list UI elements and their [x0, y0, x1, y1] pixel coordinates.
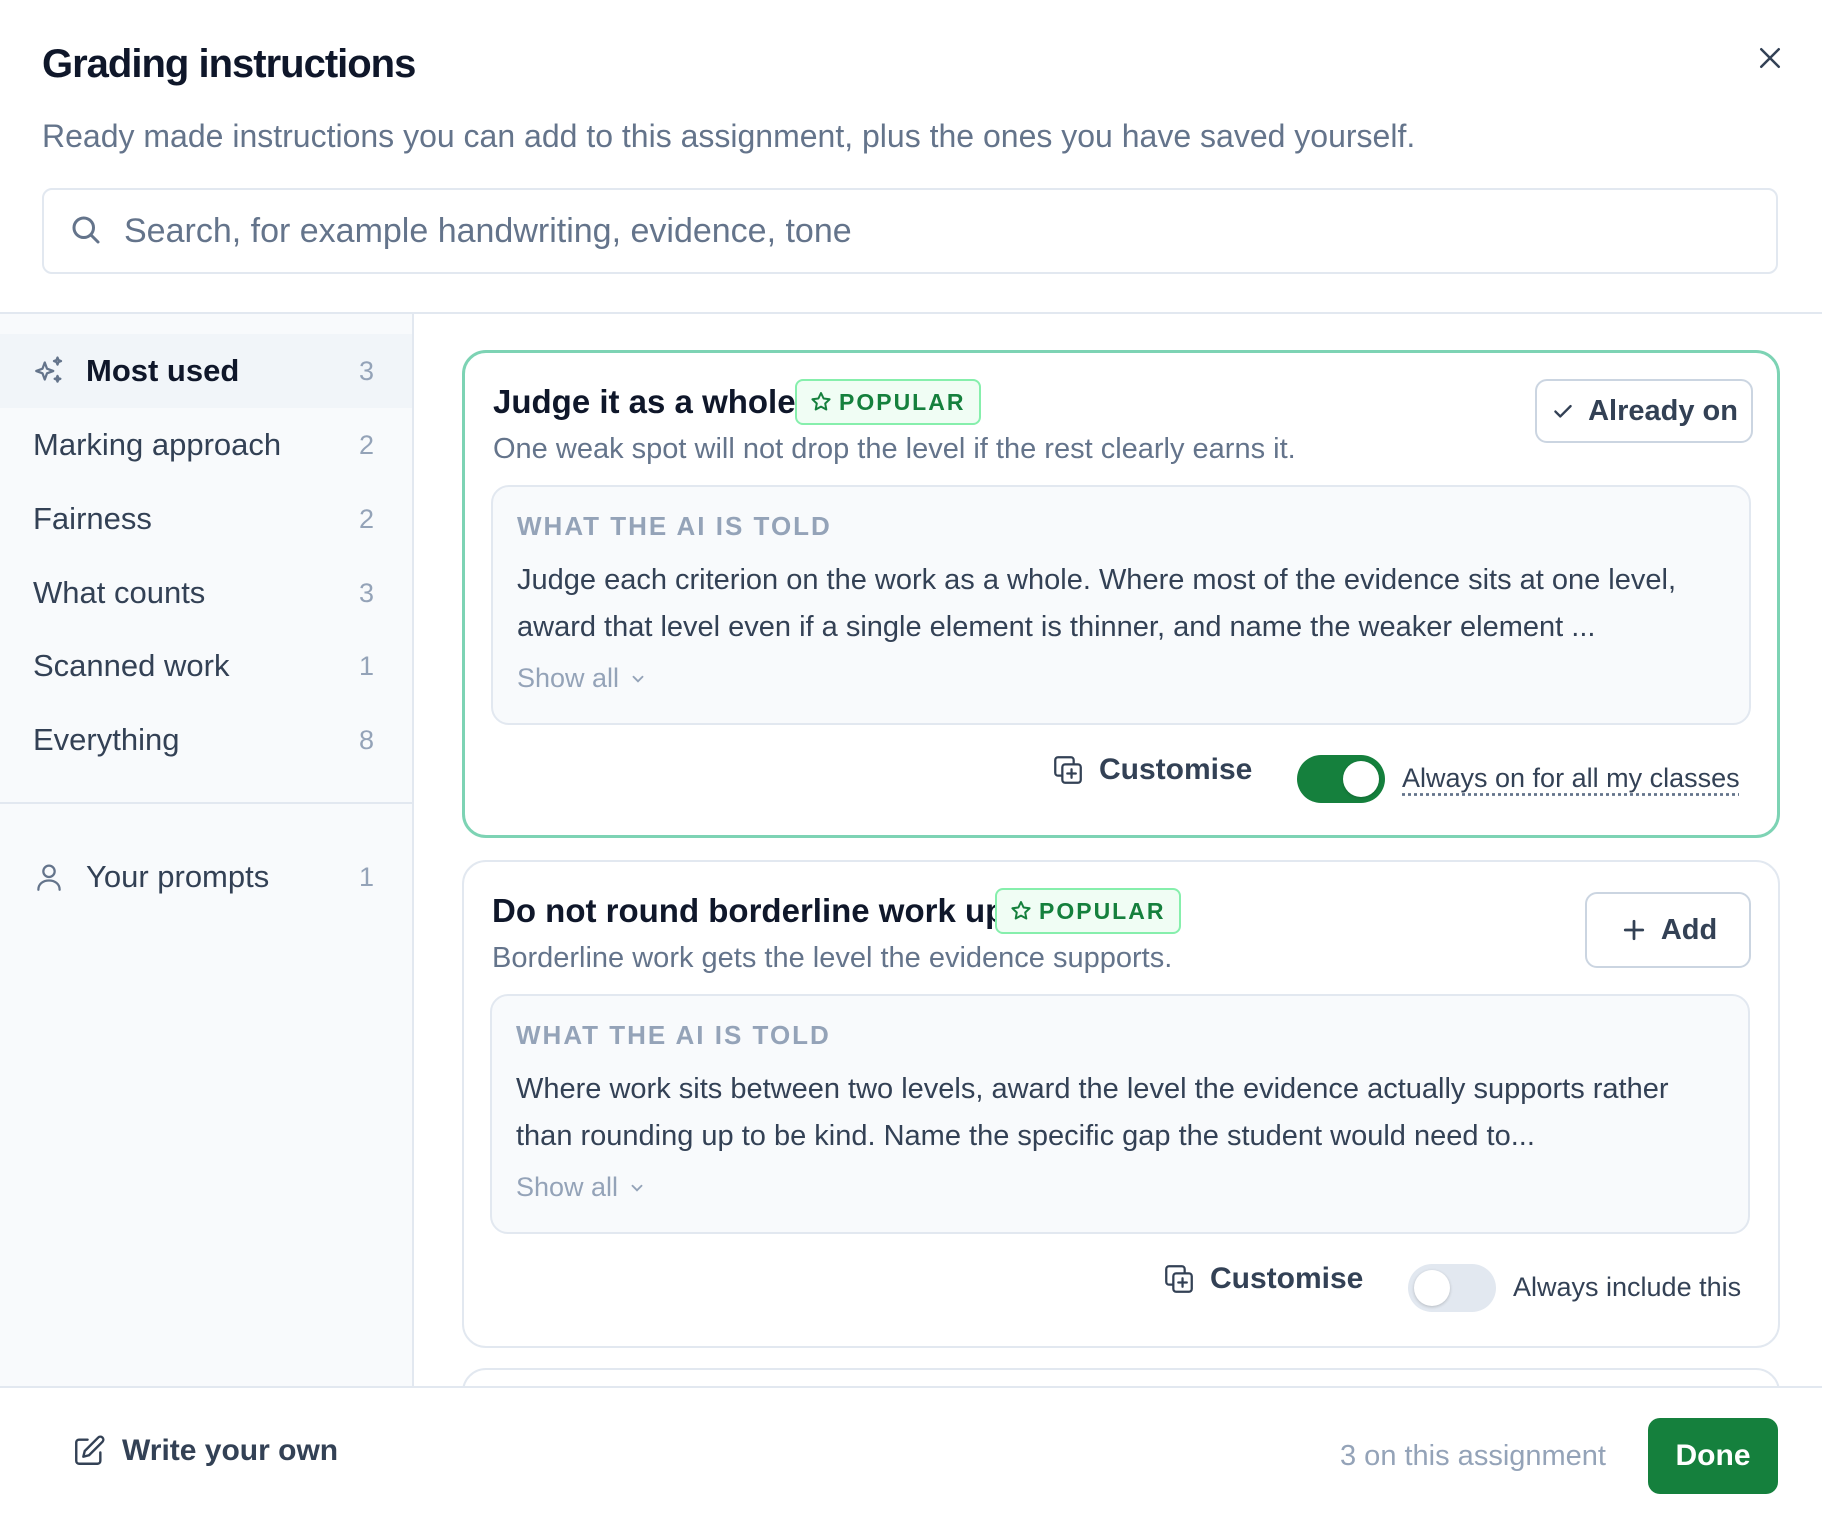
dialog-subtitle: Ready made instructions you can add to t…	[42, 118, 1416, 154]
customise-label: Customise	[1210, 1262, 1364, 1295]
show-all-link[interactable]: Show all	[516, 1172, 646, 1203]
customise-label: Customise	[1099, 753, 1253, 786]
toggle-knob	[1414, 1270, 1450, 1306]
show-all-link[interactable]: Show all	[517, 663, 647, 694]
sidebar-item-scanned-work[interactable]: Scanned work 1	[0, 629, 412, 703]
sidebar-item-label: Fairness	[33, 501, 152, 536]
chevron-down-icon	[632, 675, 644, 683]
button-label: Add	[1660, 913, 1718, 946]
add-button[interactable]: Add	[1585, 892, 1751, 968]
sidebar-item-label: Marking approach	[33, 427, 282, 462]
category-sidebar: Most used 3 Marking approach 2 Fairness …	[0, 314, 414, 1386]
already-on-button[interactable]: Already on	[1535, 379, 1753, 443]
sidebar-item-marking-approach[interactable]: Marking approach 2	[0, 408, 412, 482]
customise-button[interactable]: Customise	[1051, 753, 1252, 787]
copy-plus-icon	[1054, 756, 1082, 784]
always-include-toggle[interactable]	[1408, 1264, 1496, 1312]
star-icon	[811, 392, 831, 411]
prompt-label: WHAT THE AI IS TOLD	[516, 1020, 831, 1050]
sidebar-item-count: 8	[358, 724, 374, 755]
edit-icon	[75, 1435, 105, 1465]
sidebar-item-count: 1	[358, 861, 374, 892]
badge-label: POPULAR	[839, 388, 966, 415]
search-input[interactable]	[124, 204, 1754, 258]
badge-label: POPULAR	[1039, 897, 1166, 924]
card-description: One weak spot will not drop the level if…	[493, 433, 1296, 465]
dialog-footer: Write your own 3 on this assignment Done	[0, 1386, 1822, 1518]
sidebar-item-label: What counts	[33, 575, 206, 610]
customise-button[interactable]: Customise	[1162, 1262, 1363, 1296]
sidebar-divider	[0, 802, 412, 804]
sidebar-item-count: 3	[358, 355, 374, 386]
show-all-label: Show all	[516, 1172, 619, 1202]
check-icon	[1554, 404, 1572, 418]
assignment-count: 3 on this assignment	[1340, 1440, 1606, 1472]
sidebar-item-what-counts[interactable]: What counts 3	[0, 556, 412, 630]
star-icon	[1011, 901, 1031, 920]
prompt-text: Where work sits between two levels, awar…	[516, 1073, 1669, 1152]
prompt-text: Judge each criterion on the work as a wh…	[517, 564, 1677, 643]
close-button[interactable]	[1748, 36, 1792, 80]
chevron-down-icon	[631, 1184, 643, 1192]
always-include-label: Always include this	[1513, 1272, 1742, 1302]
prompt-preview: WHAT THE AI IS TOLD Judge each criterion…	[491, 485, 1751, 725]
sidebar-item-your-prompts[interactable]: Your prompts 1	[0, 840, 412, 914]
sidebar-item-label: Your prompts	[86, 859, 270, 894]
search-icon	[72, 216, 100, 244]
sidebar-item-label: Most used	[86, 353, 240, 388]
sidebar-item-label: Scanned work	[33, 648, 230, 683]
always-on-classes-link[interactable]: Always on for all my classes	[1402, 763, 1740, 794]
done-button[interactable]: Done	[1648, 1418, 1778, 1494]
user-icon	[37, 864, 61, 891]
sidebar-item-count: 2	[358, 503, 374, 534]
card-description: Borderline work gets the level the evide…	[492, 942, 1173, 974]
button-label: Already on	[1588, 394, 1738, 427]
dialog-title: Grading instructions	[42, 42, 416, 86]
close-icon	[1760, 48, 1780, 68]
write-own-label: Write your own	[122, 1434, 339, 1467]
sidebar-item-most-used[interactable]: Most used 3	[0, 334, 412, 408]
sidebar-item-count: 3	[358, 577, 374, 608]
sidebar-item-count: 2	[358, 429, 374, 460]
always-on-toggle[interactable]	[1297, 755, 1385, 803]
write-own-button[interactable]: Write your own	[72, 1434, 338, 1468]
show-all-label: Show all	[517, 663, 620, 693]
prompt-preview: WHAT THE AI IS TOLD Where work sits betw…	[490, 994, 1750, 1234]
sidebar-item-count: 1	[358, 650, 374, 681]
popular-badge: POPULAR	[995, 888, 1182, 934]
copy-plus-icon	[1165, 1265, 1193, 1293]
instruction-card-borderline: Do not round borderline work up POPULAR …	[462, 860, 1780, 1348]
instruction-card-judge-whole: Judge it as a whole POPULAR Already on O…	[462, 350, 1780, 838]
sparkles-icon	[35, 356, 63, 383]
prompt-label: WHAT THE AI IS TOLD	[517, 511, 832, 541]
popular-badge: POPULAR	[795, 379, 982, 425]
plus-icon	[1623, 919, 1644, 941]
sidebar-item-fairness[interactable]: Fairness 2	[0, 482, 412, 556]
sidebar-item-everything[interactable]: Everything 8	[0, 703, 412, 777]
toggle-knob	[1343, 761, 1379, 797]
search-box	[42, 188, 1778, 274]
card-title: Judge it as a whole	[493, 383, 796, 420]
card-title: Do not round borderline work up	[492, 892, 1006, 929]
sidebar-item-label: Everything	[33, 722, 180, 757]
dialog-header: Grading instructions Ready made instruct…	[0, 0, 1822, 312]
